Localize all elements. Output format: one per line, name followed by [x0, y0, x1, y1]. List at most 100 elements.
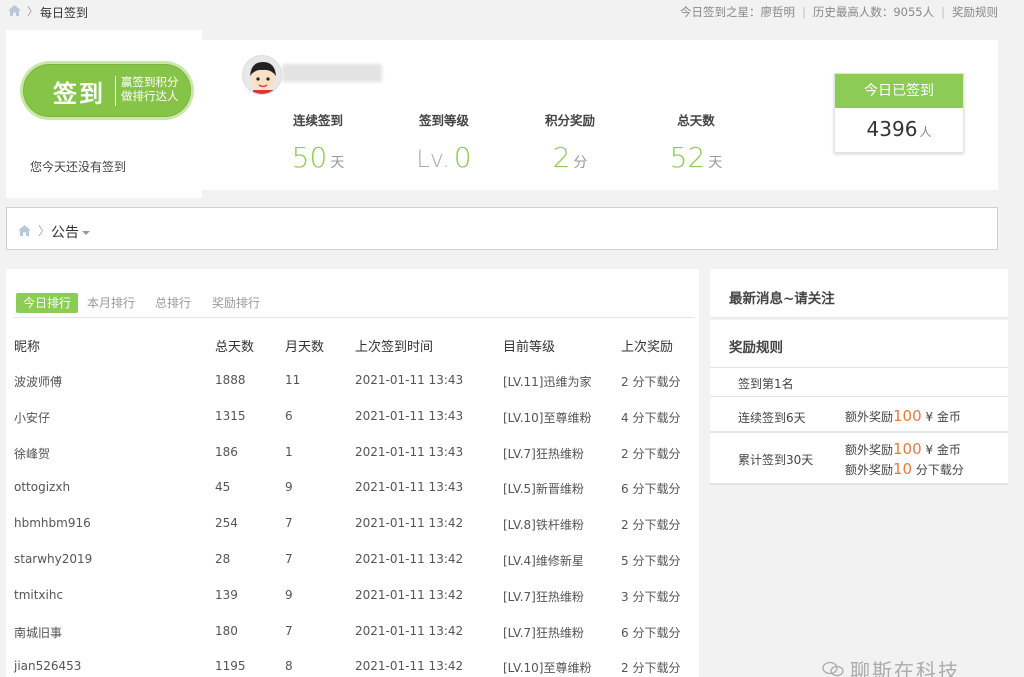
tab-divider [14, 317, 694, 318]
table-cell: 3 分下载分 [621, 589, 681, 604]
table-cell: [LV.10]至尊维粉 [503, 661, 592, 676]
history-max-label: 历史最高人数：9055人 [812, 5, 935, 19]
nickname-cell[interactable]: 南城旧事 [14, 624, 62, 641]
tab-total-ranking[interactable]: 总排行 [155, 293, 191, 313]
table-cell: 11 [285, 373, 301, 387]
table-row: jian526453 1195 8 2021-01-11 13:42 [LV.10]至尊… [6, 659, 699, 677]
table-cell: 2021-01-11 13:43 [355, 373, 464, 387]
table-cell: 2021-01-11 13:43 [355, 444, 464, 459]
table-row: starwhy2019 28 7 2021-01-11 13:42 [LV.4]维修新星… [6, 552, 699, 572]
table-cell: [LV.10]至尊维粉 [503, 410, 592, 425]
stat-continuous: 连续签到 50 天 [291, 113, 345, 174]
stat-points: 积分奖励 2分 [544, 113, 595, 174]
table-cell: 7 [285, 516, 293, 531]
table-cell: 1315 [215, 408, 246, 423]
table-row: 徐峰贺 186 1 2021-01-11 13:43 [LV.7]狂热维粉 2 分下载分 [6, 445, 699, 465]
table-row: 南城旧事 180 7 2021-01-11 13:42 [LV.7]狂热维粉 6 分下载分 [6, 624, 699, 644]
chevron-right-icon: 〉 [38, 224, 51, 238]
table-cell: 2021-01-11 13:42 [355, 552, 464, 566]
sign-in-button-slogan: 赢签到积分 做排行达人 [121, 75, 179, 103]
nickname-cell[interactable]: starwhy2019 [14, 552, 92, 566]
table-cell: 1195 [215, 659, 246, 674]
table-cell: 6 分下载分 [621, 625, 681, 640]
table-cell: 2 分下载分 [621, 661, 681, 676]
divider [115, 76, 116, 106]
table-row: 波波师傅 1888 11 2021-01-11 13:43 [LV.11]迅维为家 2 分… [6, 373, 699, 393]
table-cell: 1 [285, 444, 293, 459]
table-cell: 7 [285, 623, 293, 638]
table-cell: 2021-01-11 13:42 [355, 516, 464, 531]
wechat-icon [822, 661, 844, 677]
table-cell: 28 [215, 552, 231, 566]
nickname-cell[interactable]: hbmhbm916 [14, 516, 91, 530]
top-breadcrumb-bar: 〉 每日签到 今日签到之星：廖哲明 | 历史最高人数：9055人 | 奖励规则 [0, 0, 1024, 22]
announcement-dropdown[interactable]: 公告 [51, 222, 90, 242]
table-cell: [LV.11]迅维为家 [503, 375, 592, 389]
table-cell: 139 [215, 587, 238, 602]
table-cell: 2021-01-11 13:43 [355, 408, 464, 423]
table-cell: [LV.7]狂热维粉 [503, 446, 584, 461]
nickname-cell[interactable]: 徐峰贺 [14, 445, 50, 462]
sign-star-label: 今日签到之星：廖哲明 [679, 5, 795, 19]
watermark-text: 聊斯在科技 [850, 659, 960, 677]
rule-row: 累计签到30天 额外奖励100 ¥ 金币 额外奖励10 分下载分 [710, 431, 1008, 483]
reward-rules-panel: 奖励规则 签到第1名 连续签到6天 额外奖励100 ¥ 金币 累计签到30天 额… [710, 320, 1008, 485]
table-header: 昵称 总天数 月天数 上次签到时间 目前等级 上次奖励 [14, 340, 674, 355]
news-panel: 最新消息~请关注 [710, 269, 1008, 318]
table-cell: [LV.5]新晋维粉 [503, 482, 584, 497]
news-title: 最新消息~请关注 [729, 291, 835, 307]
table-cell: [LV.7]狂热维粉 [503, 589, 584, 604]
chevron-right-icon: 〉 [27, 5, 38, 18]
table-cell: 180 [215, 623, 238, 638]
tab-reward-ranking[interactable]: 奖励排行 [212, 293, 260, 313]
rules-title: 奖励规则 [729, 340, 783, 356]
breadcrumb-current: 每日签到 [40, 6, 89, 20]
rule-row: 连续签到6天 额外奖励100 ¥ 金币 [710, 396, 1008, 431]
avatar-face-icon [250, 62, 276, 94]
table-cell: 5 分下载分 [621, 554, 681, 568]
table-cell: 254 [215, 516, 238, 531]
announcement-bar: 〉 公告 [6, 207, 998, 250]
table-cell: 45 [215, 480, 231, 495]
tab-today-ranking[interactable]: 今日排行 [16, 293, 79, 313]
table-cell: 186 [215, 444, 238, 459]
table-cell: 2021-01-11 13:42 [355, 587, 464, 602]
rules-link[interactable]: 奖励规则 [952, 5, 998, 19]
ranking-panel: 今日排行 本月排行 总排行 奖励排行 昵称 总天数 月天数 上次签到时间 目前等… [6, 269, 699, 677]
sign-in-button[interactable]: 签到 赢签到积分 做排行达人 [20, 61, 194, 120]
nickname-cell[interactable]: 波波师傅 [14, 373, 62, 390]
table-cell: [LV.8]铁杆维粉 [503, 518, 584, 533]
today-signed-title: 今日已签到 [835, 74, 963, 108]
divider [710, 483, 1008, 485]
stat-total-days: 总天数 52 天 [669, 113, 723, 174]
caret-down-icon [82, 231, 90, 235]
table-cell: [LV.4]维修新星 [503, 554, 584, 568]
table-cell: 9 [285, 587, 293, 602]
avatar[interactable] [242, 55, 282, 95]
sign-status-text: 您今天还没有签到 [30, 160, 127, 174]
nickname-cell[interactable]: 小安仔 [14, 409, 50, 426]
table-cell: 6 分下载分 [621, 482, 681, 497]
home-icon[interactable] [18, 225, 31, 236]
home-icon[interactable] [8, 5, 21, 16]
table-cell: 2021-01-11 13:42 [355, 659, 464, 674]
table-cell: 1888 [215, 373, 246, 387]
table-cell: 2 分下载分 [621, 446, 681, 461]
topbar-info: 今日签到之星：廖哲明 | 历史最高人数：9055人 | 奖励规则 [679, 5, 998, 19]
table-cell: 2 分下载分 [621, 375, 681, 389]
table-cell: [LV.7]狂热维粉 [503, 625, 584, 640]
nickname-cell[interactable]: ottogizxh [14, 480, 70, 494]
nickname-cell[interactable]: tmitxihc [14, 588, 63, 602]
table-cell: 9 [285, 480, 293, 495]
tab-month-ranking[interactable]: 本月排行 [87, 293, 135, 313]
table-row: hbmhbm916 254 7 2021-01-11 13:42 [LV.8]铁杆维粉 2… [6, 516, 699, 536]
table-cell: 2 分下载分 [621, 518, 681, 533]
sign-stats-panel: 连续签到 50 天 签到等级 Lv. 0 积分奖励 2分 总天数 52 天 今日已签到… [202, 40, 998, 190]
table-cell: 8 [285, 659, 293, 674]
nickname-cell[interactable]: jian526453 [14, 659, 81, 673]
stat-level: 签到等级 Lv. 0 [416, 113, 472, 174]
table-row: tmitxihc 139 9 2021-01-11 13:42 [LV.7]狂热维粉 3 … [6, 588, 699, 608]
rule-row: 签到第1名 [710, 367, 1008, 396]
username-blurred [282, 64, 382, 82]
table-row: ottogizxh 45 9 2021-01-11 13:43 [LV.5]新晋维粉 6 … [6, 480, 699, 500]
